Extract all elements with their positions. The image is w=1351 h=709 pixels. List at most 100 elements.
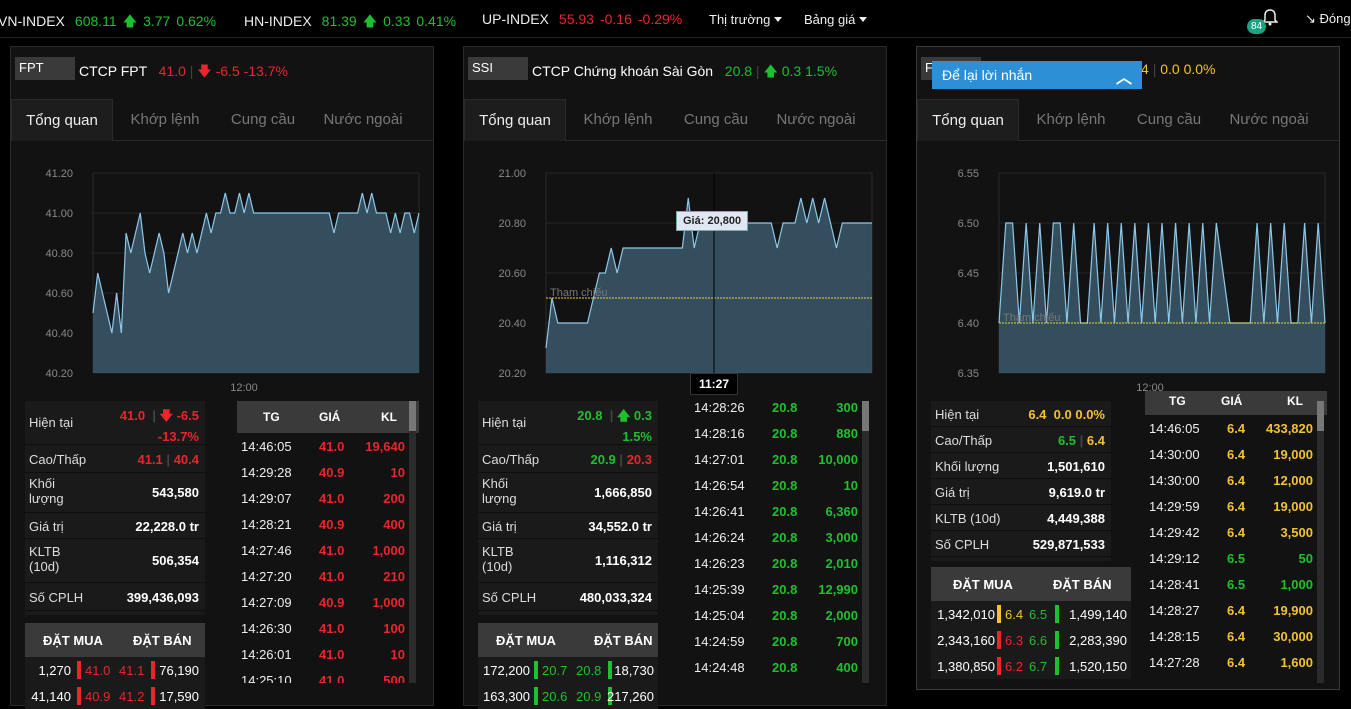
scroll-thumb[interactable] xyxy=(1317,401,1324,431)
index-pct: 0.41% xyxy=(416,13,457,29)
y-tick-label: 20.20 xyxy=(498,368,526,380)
y-tick-label: 20.80 xyxy=(498,218,526,230)
tape-time: 14:29:59 xyxy=(1149,499,1200,514)
tab-supply[interactable]: Cung cầu xyxy=(1121,99,1217,141)
tape-row: 14:46:05 41.0 19,640 xyxy=(237,433,419,459)
current-price: 41.0 xyxy=(119,408,146,423)
symbol-input[interactable]: FPT xyxy=(15,57,75,80)
y-tick-label: 6.55 xyxy=(958,168,979,180)
high-price: 41.1 xyxy=(137,452,163,467)
value-volume: 1,501,610 xyxy=(1047,459,1105,474)
tab-matched[interactable]: Khớp lệnh xyxy=(115,99,215,141)
value-value: 34,552.0 tr xyxy=(588,519,652,534)
index-vn[interactable]: VN-INDEX 608.11 🡅 3.77 0.62% xyxy=(0,11,222,35)
bid-price: 41.0 xyxy=(85,663,111,678)
tape-scrollbar[interactable] xyxy=(862,401,869,683)
order-book-header: ĐẶT MUA ĐẶT BÁN xyxy=(931,567,1131,601)
row-volume: Khối lượng 543,580 xyxy=(25,473,205,513)
tape-time: 14:28:15 xyxy=(1149,629,1200,644)
ask-header: ĐẶT BÁN xyxy=(594,633,653,648)
row-shares: Số CPLH 399,436,093 xyxy=(25,583,205,611)
scroll-thumb[interactable] xyxy=(862,401,869,431)
row-value: Giá trị 22,228.0 tr xyxy=(25,513,205,539)
value-highlow: 6.5 | 6.4 xyxy=(1057,433,1105,448)
tape-time: 14:27:28 xyxy=(1149,655,1200,670)
leave-message-widget[interactable]: Để lại lời nhắn ︿ xyxy=(932,61,1142,89)
tab-foreign[interactable]: Nước ngoài xyxy=(1217,99,1321,141)
label-volume: Khối lượng xyxy=(935,459,1000,474)
tab-overview[interactable]: Tổng quan xyxy=(464,99,566,141)
current-change: -6.5 xyxy=(176,408,199,423)
value-volume: 1,666,850 xyxy=(594,485,652,500)
index-hn[interactable]: HN-INDEX 81.39 🡅 0.33 0.41% xyxy=(244,11,462,35)
summary-table: Hiện tại 20.8 | 🡅 0.3 1.5% Cao/Thấp 20.9 | … xyxy=(478,401,658,615)
price-chart[interactable]: 41.20 41.00 40.80 40.60 40.40 40.20 12:00 xyxy=(11,157,431,397)
menu-market[interactable]: Thị trường xyxy=(709,12,782,27)
tape-volume: 1,000 xyxy=(372,543,405,558)
price-chart[interactable]: 6.556.506.456.406.35Tham chiếu12:00 xyxy=(917,157,1337,397)
scroll-thumb[interactable] xyxy=(409,401,416,431)
y-tick-label: 20.60 xyxy=(498,268,526,280)
tape-volume: 1,000 xyxy=(1280,577,1313,592)
y-tick-label: 41.20 xyxy=(45,168,73,180)
tab-supply[interactable]: Cung cầu xyxy=(668,99,764,141)
row-volume: Khối lượng 1,666,850 xyxy=(478,473,658,513)
y-tick-label: 6.50 xyxy=(958,218,979,230)
bid-price: 40.9 xyxy=(85,689,111,704)
label-volume-b: lượng xyxy=(482,491,517,506)
reference-label: Tham chiếu xyxy=(550,287,607,299)
tape-price: 20.8 xyxy=(772,608,798,623)
close-button[interactable]: ↘ Đóng xyxy=(1305,11,1351,27)
trade-tape[interactable]: 14:28:26 20.8 300 14:28:16 20.8 880 14:27:01 20… xyxy=(690,394,872,684)
chevron-up-icon[interactable]: ︿ xyxy=(1116,64,1132,88)
tape-price: 20.8 xyxy=(772,478,798,493)
tab-supply[interactable]: Cung cầu xyxy=(215,99,311,141)
price-chart[interactable]: 21.00 20.80 20.60 20.40 20.20 Tham chiếu xyxy=(464,157,884,397)
tape-scrollbar[interactable] xyxy=(409,401,416,683)
tape-volume: 200 xyxy=(383,491,405,506)
y-tick-label: 6.35 xyxy=(958,368,979,380)
tab-foreign[interactable]: Nước ngoài xyxy=(764,99,868,141)
bid-price: 20.7 xyxy=(542,663,568,678)
tab-matched[interactable]: Khớp lệnh xyxy=(1021,99,1121,141)
tape-row: 14:26:24 20.8 3,000 xyxy=(690,524,872,550)
header-pct: 0.0% xyxy=(1183,61,1216,77)
tape-row: 14:28:27 6.4 19,900 xyxy=(1145,597,1327,623)
value-value: 22,228.0 tr xyxy=(135,519,199,534)
tab-overview[interactable]: Tổng quan xyxy=(11,99,113,141)
header-price: 20.8 xyxy=(724,63,753,79)
tab-matched[interactable]: Khớp lệnh xyxy=(568,99,668,141)
panel-header: SSI CTCP Chứng khoán Sài Gòn 20.8 | 🡅 0.… xyxy=(464,55,886,83)
symbol-input[interactable]: SSI xyxy=(468,57,528,80)
tape-price: 40.9 xyxy=(319,517,345,532)
tape-volume: 433,820 xyxy=(1266,421,1313,436)
notification-badge: 84 xyxy=(1247,19,1267,34)
trade-tape[interactable]: TG GIÁ KL 14:46:05 41.0 19,640 14:29:28 40.9 10… xyxy=(237,401,419,683)
tape-time: 14:26:41 xyxy=(694,504,745,519)
menu-board[interactable]: Bảng giá xyxy=(804,12,867,27)
row-volume: Khối lượng 1,501,610 xyxy=(931,453,1111,479)
label-avg10: KLTB (10d) xyxy=(482,544,514,574)
trade-tape[interactable]: TG GIÁ KL 14:46:05 6.4 433,820 14:30:00 6.4 19,… xyxy=(1145,391,1327,681)
header-change: 0.0 xyxy=(1160,61,1180,77)
value-volume: 543,580 xyxy=(152,485,199,500)
tape-time: 14:29:12 xyxy=(1149,551,1200,566)
tape-row: 14:28:41 6.5 1,000 xyxy=(1145,571,1327,597)
order-book-header: ĐẶT MUA ĐẶT BÁN xyxy=(25,623,205,657)
tape-price: 6.4 xyxy=(1227,655,1246,670)
stock-panel-ssi: SSI CTCP Chứng khoán Sài Gòn 20.8 | 🡅 0.… xyxy=(463,46,887,709)
tape-price: 41.0 xyxy=(319,491,345,506)
tape-scrollbar[interactable] xyxy=(1317,401,1324,683)
order-book-header: ĐẶT MUA ĐẶT BÁN xyxy=(478,623,658,657)
tab-overview[interactable]: Tổng quan xyxy=(917,99,1019,141)
tape-price: 41.0 xyxy=(319,569,345,584)
index-up[interactable]: UP-INDEX 55.93 -0.16 -0.29% xyxy=(482,11,688,27)
ask-volume: 1,499,140 xyxy=(1069,607,1127,622)
order-book-row: 1,270 41.0 41.1 76,190 xyxy=(25,657,205,683)
order-book: ĐẶT MUA ĐẶT BÁN 172,200 20.7 20.8 18,730 163… xyxy=(478,623,658,709)
tab-foreign[interactable]: Nước ngoài xyxy=(311,99,415,141)
order-book: ĐẶT MUA ĐẶT BÁN 1,342,010 6.4 6.5 1,499,140 … xyxy=(931,567,1131,679)
tape-volume: 10,000 xyxy=(818,452,858,467)
tape-price: 20.8 xyxy=(772,426,798,441)
tape-volume: 3,500 xyxy=(1280,525,1313,540)
